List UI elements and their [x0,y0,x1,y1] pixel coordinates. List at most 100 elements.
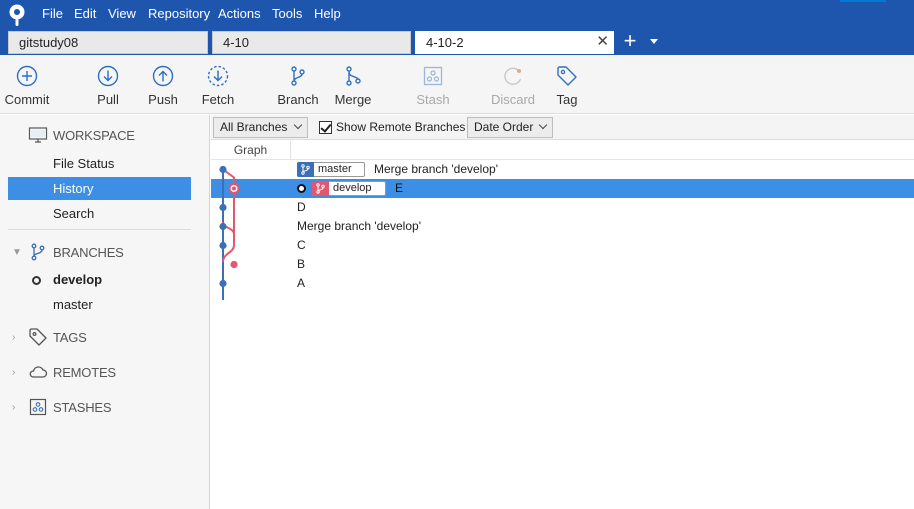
graph-node [219,222,227,231]
fetch-button[interactable]: Fetch [196,55,240,113]
commit-message: Merge branch 'develop' [374,162,498,176]
sort-order-dropdown[interactable]: Date Order [467,117,553,138]
commit-message: B [297,257,306,271]
workspace-title: WORKSPACE [53,128,135,143]
tab-gitstudy08[interactable]: gitstudy08 [8,31,208,54]
commit-row[interactable]: A [211,274,914,293]
commit-message: A [297,276,306,290]
menu-bar: File Edit View Repository Actions Tools … [0,0,914,30]
graph-node [230,260,238,269]
tab-label: gitstudy08 [19,35,79,50]
tags-section-header[interactable]: › TAGS [0,325,210,349]
sort-order-value: Date Order [474,120,534,134]
pull-button[interactable]: Pull [86,55,130,113]
remotes-title: REMOTES [53,365,116,380]
sidebar: WORKSPACE File Status History Search ▼ B… [0,115,210,509]
head-indicator [297,184,306,193]
tab-4-10-2[interactable]: 4-10-2 ✕ [415,31,614,54]
filter-bar: All Branches Show Remote Branches Date O… [211,115,914,140]
tab-label: 4-10 [223,35,250,50]
discard-icon [504,67,522,85]
branch-icon [31,243,45,261]
tag-label: Tag [556,92,578,107]
tag-button[interactable]: Tag [545,55,589,113]
branch-filter-dropdown[interactable]: All Branches [213,117,308,138]
branch-ref-text: develop [333,182,372,194]
branch-label-master[interactable]: master [297,162,365,177]
monitor-icon [28,127,48,143]
sidebar-item-search[interactable]: Search [8,202,191,225]
sidebar-branch-develop[interactable]: develop [8,268,191,291]
graph-node [219,203,227,212]
discard-button[interactable]: Discard [488,55,538,113]
tags-title: TAGS [53,330,87,345]
tab-4-10[interactable]: 4-10 [212,31,411,54]
graph-node [219,241,227,250]
graph-node [219,165,227,174]
menu-file[interactable]: File [42,6,63,22]
menu-view[interactable]: View [108,6,136,22]
commit-row[interactable]: master Merge branch 'develop' [211,160,914,179]
tag-icon [557,66,577,86]
branch-icon [312,181,329,196]
menu-actions[interactable]: Actions [218,6,261,22]
chevron-down-icon[interactable] [650,39,658,44]
commit-row[interactable]: B [211,255,914,274]
history-column-header: Graph [211,141,914,160]
show-remote-branches-label[interactable]: Show Remote Branches [336,120,465,134]
stashes-section-header[interactable]: › STASHES [0,395,210,419]
merge-icon [346,66,361,86]
workspace-section-header[interactable]: WORKSPACE [0,123,210,147]
branch-icon [291,66,305,86]
push-button[interactable]: Push [141,55,185,113]
merge-label: Merge [334,92,372,107]
graph-column-header[interactable]: Graph [211,141,291,160]
branches-title: BRANCHES [53,245,124,260]
stash-icon [29,398,47,416]
commit-row-selected[interactable]: develop E [211,179,914,198]
branch-ref-text: master [318,163,352,175]
stash-label: Stash [416,92,450,107]
branch-filter-value: All Branches [220,120,288,134]
toolbar: Commit Pull Push Fetch Branch Merge Stas… [0,55,914,114]
commit-graph [219,165,240,300]
stash-button[interactable]: Stash [411,55,455,113]
chevron-down-icon [538,120,548,130]
commit-message: Merge branch 'develop' [297,219,421,233]
remotes-section-header[interactable]: › REMOTES [0,360,210,384]
commit-button[interactable]: Commit [0,55,54,113]
show-remote-branches-checkbox[interactable] [319,121,332,134]
fetch-label: Fetch [201,92,235,107]
sidebar-item-file-status[interactable]: File Status [8,152,191,175]
cloud-icon [29,366,48,378]
chevron-right-icon[interactable]: › [12,367,15,378]
add-tab-icon[interactable]: + [621,30,639,53]
commit-row[interactable]: C [211,236,914,255]
menu-help[interactable]: Help [314,6,341,22]
chevron-down-icon[interactable]: ▼ [12,247,22,258]
chevron-right-icon[interactable]: › [12,402,15,413]
commit-message: C [297,238,306,252]
sidebar-divider [8,229,191,230]
menu-edit[interactable]: Edit [74,6,96,22]
commit-row[interactable]: Merge branch 'develop' [211,217,914,236]
menu-repository[interactable]: Repository [148,6,210,22]
close-icon[interactable]: ✕ [596,34,609,50]
chevron-down-icon [293,120,303,130]
menu-tools[interactable]: Tools [272,6,302,22]
commit-history: Graph master Merge branch 'develop' deve… [211,141,914,509]
tab-label: 4-10-2 [426,35,464,50]
sidebar-item-history[interactable]: History [8,177,191,200]
sidebar-branch-master[interactable]: master [8,293,191,316]
branches-section-header[interactable]: ▼ BRANCHES [0,240,210,264]
branch-label-develop[interactable]: develop [312,181,386,196]
arrow-down-circle-icon [97,65,119,87]
commit-row[interactable]: D [211,198,914,217]
pull-label: Pull [97,92,119,107]
merge-button[interactable]: Merge [331,55,375,113]
chevron-right-icon[interactable]: › [12,332,15,343]
window-accent [840,0,886,2]
branch-label: Branch [277,92,319,107]
branch-button[interactable]: Branch [276,55,320,113]
sourcetree-logo-icon[interactable] [7,3,27,27]
